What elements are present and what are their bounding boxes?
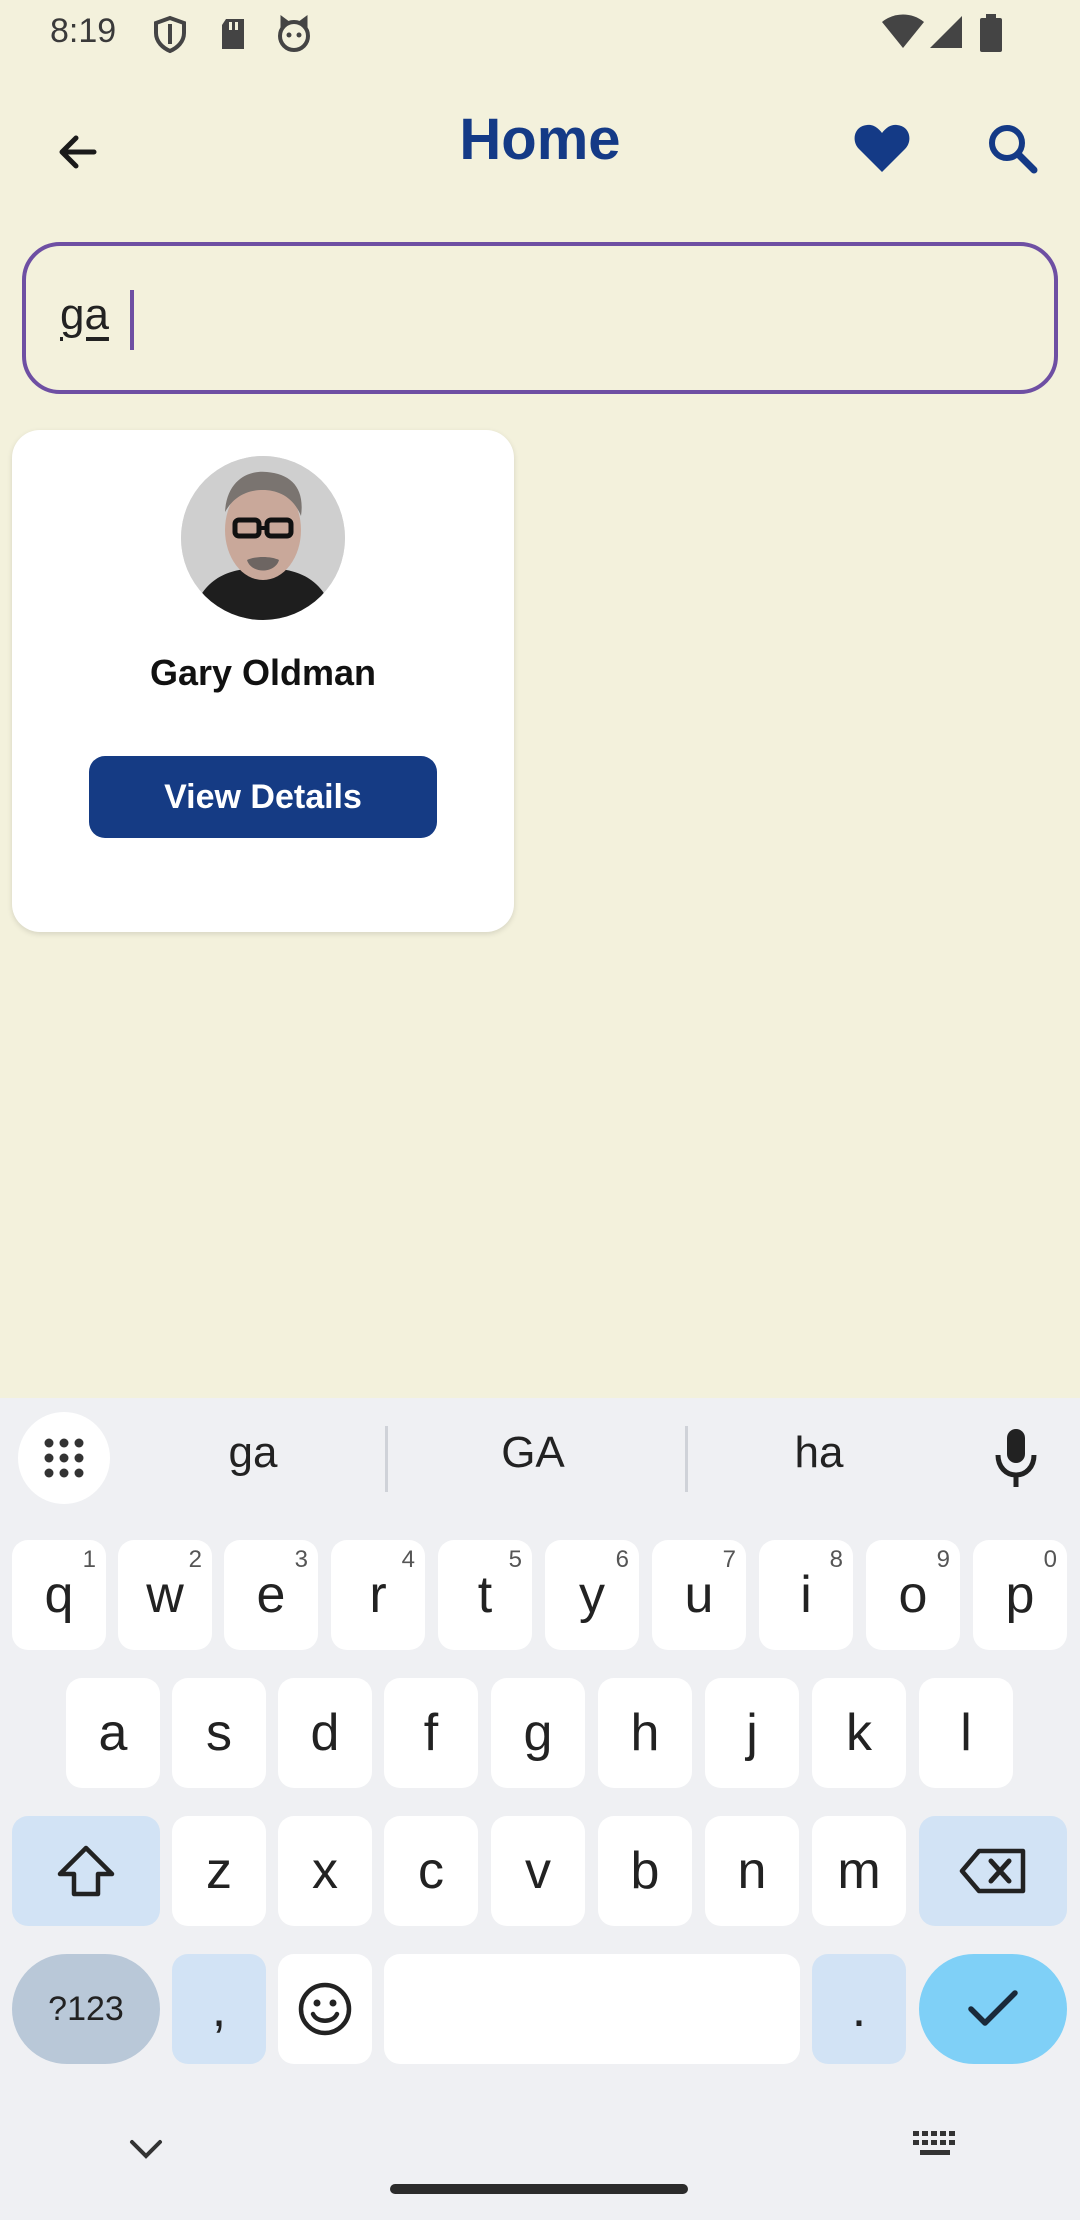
key-q[interactable]: q1 [12,1540,106,1650]
key-hint: 2 [188,1546,202,1573]
shift-arrow-icon [57,1845,115,1897]
key-hint: 0 [1043,1546,1057,1573]
key-u[interactable]: u7 [652,1540,746,1650]
key-n[interactable]: n [705,1816,799,1926]
key-x[interactable]: x [278,1816,372,1926]
comma-key[interactable]: , [172,1954,266,2064]
key-f[interactable]: f [384,1678,478,1788]
search-icon [989,125,1038,174]
favorites-button[interactable] [846,112,918,184]
actor-name: Gary Oldman [149,652,377,693]
key-t[interactable]: t5 [438,1540,532,1650]
key-k[interactable]: k [812,1678,906,1788]
actor-card[interactable]: Gary Oldman View Details [12,430,514,932]
key-i[interactable]: i8 [759,1540,853,1650]
shift-key[interactable] [12,1816,160,1926]
search-input-value: ga [60,290,109,339]
key-hint: 6 [615,1546,629,1573]
backspace-key[interactable] [919,1816,1067,1926]
suggestion-item[interactable]: GA [440,1428,626,1478]
key-label: y [579,1566,605,1624]
cat-face-icon [278,15,310,52]
apps-grid-icon [44,1438,84,1478]
on-screen-keyboard: ga GA ha q1 w2 e3 r4 t5 y6 u7 i8 o9 p0 a… [0,1398,1080,2220]
suggestion-item[interactable]: ha [726,1428,912,1478]
key-g[interactable]: g [491,1678,585,1788]
key-hint: 9 [936,1546,950,1573]
key-hint: 8 [829,1546,843,1573]
hide-keyboard-icon[interactable] [126,2128,166,2168]
key-label: t [477,1566,493,1624]
key-c[interactable]: c [384,1816,478,1926]
key-e[interactable]: e3 [224,1540,318,1650]
home-indicator[interactable] [390,2184,688,2194]
key-h[interactable]: h [598,1678,692,1788]
key-label: p [1005,1566,1035,1624]
key-label: e [256,1566,286,1624]
key-label: u [684,1566,714,1624]
key-l[interactable]: l [919,1678,1013,1788]
view-details-button[interactable]: View Details [89,756,437,838]
key-p[interactable]: p0 [973,1540,1067,1650]
search-input[interactable]: ga [22,242,1058,394]
key-label: q [44,1566,74,1624]
key-hint: 5 [508,1546,522,1573]
navigation-bar [0,2100,1080,2220]
key-j[interactable]: j [705,1678,799,1788]
key-m[interactable]: m [812,1816,906,1926]
keyboard-switch-icon[interactable] [912,2130,958,2160]
key-w[interactable]: w2 [118,1540,212,1650]
status-time: 8:19 [50,12,117,50]
key-v[interactable]: v [491,1816,585,1926]
status-bar: 8:19 [0,0,1080,64]
backspace-icon [959,1848,1026,1894]
microphone-icon [995,1429,1037,1487]
enter-key[interactable] [919,1954,1067,2064]
keyboard-menu-button[interactable] [18,1412,110,1504]
shield-icon [154,15,186,54]
suggestion-item[interactable]: ga [160,1428,346,1478]
key-o[interactable]: o9 [866,1540,960,1650]
text-cursor [130,290,134,350]
key-hint: 4 [401,1546,415,1573]
page-title: Home [459,107,621,172]
key-d[interactable]: d [278,1678,372,1788]
portrait-image [181,456,345,620]
key-label: i [800,1566,812,1624]
key-hint: 3 [294,1546,308,1573]
suggestion-bar: ga GA ha [0,1398,1080,1518]
app-bar: Home [0,64,1080,220]
emoji-key[interactable] [278,1954,372,2064]
period-key[interactable]: . [812,1954,906,2064]
wifi-icon [882,14,924,48]
checkmark-icon [968,1990,1018,2026]
key-a[interactable]: a [66,1678,160,1788]
key-label: w [146,1566,184,1624]
key-s[interactable]: s [172,1678,266,1788]
search-button[interactable] [976,112,1048,184]
suggestion-divider [685,1426,688,1492]
key-hint: 1 [82,1546,96,1573]
key-hint: 7 [722,1546,736,1573]
battery-icon [980,14,1002,52]
emoji-icon [298,1982,352,2036]
symbols-key[interactable]: ?123 [12,1954,160,2064]
key-r[interactable]: r4 [331,1540,425,1650]
space-key[interactable] [384,1954,800,2064]
sd-card-icon [222,19,244,49]
key-label: o [898,1566,928,1624]
heart-icon [854,124,910,172]
key-z[interactable]: z [172,1816,266,1926]
suggestion-divider [385,1426,388,1492]
key-b[interactable]: b [598,1816,692,1926]
key-label: r [369,1566,387,1624]
avatar [181,456,345,620]
signal-icon [930,16,962,48]
key-y[interactable]: y6 [545,1540,639,1650]
voice-input-button[interactable] [984,1420,1048,1496]
